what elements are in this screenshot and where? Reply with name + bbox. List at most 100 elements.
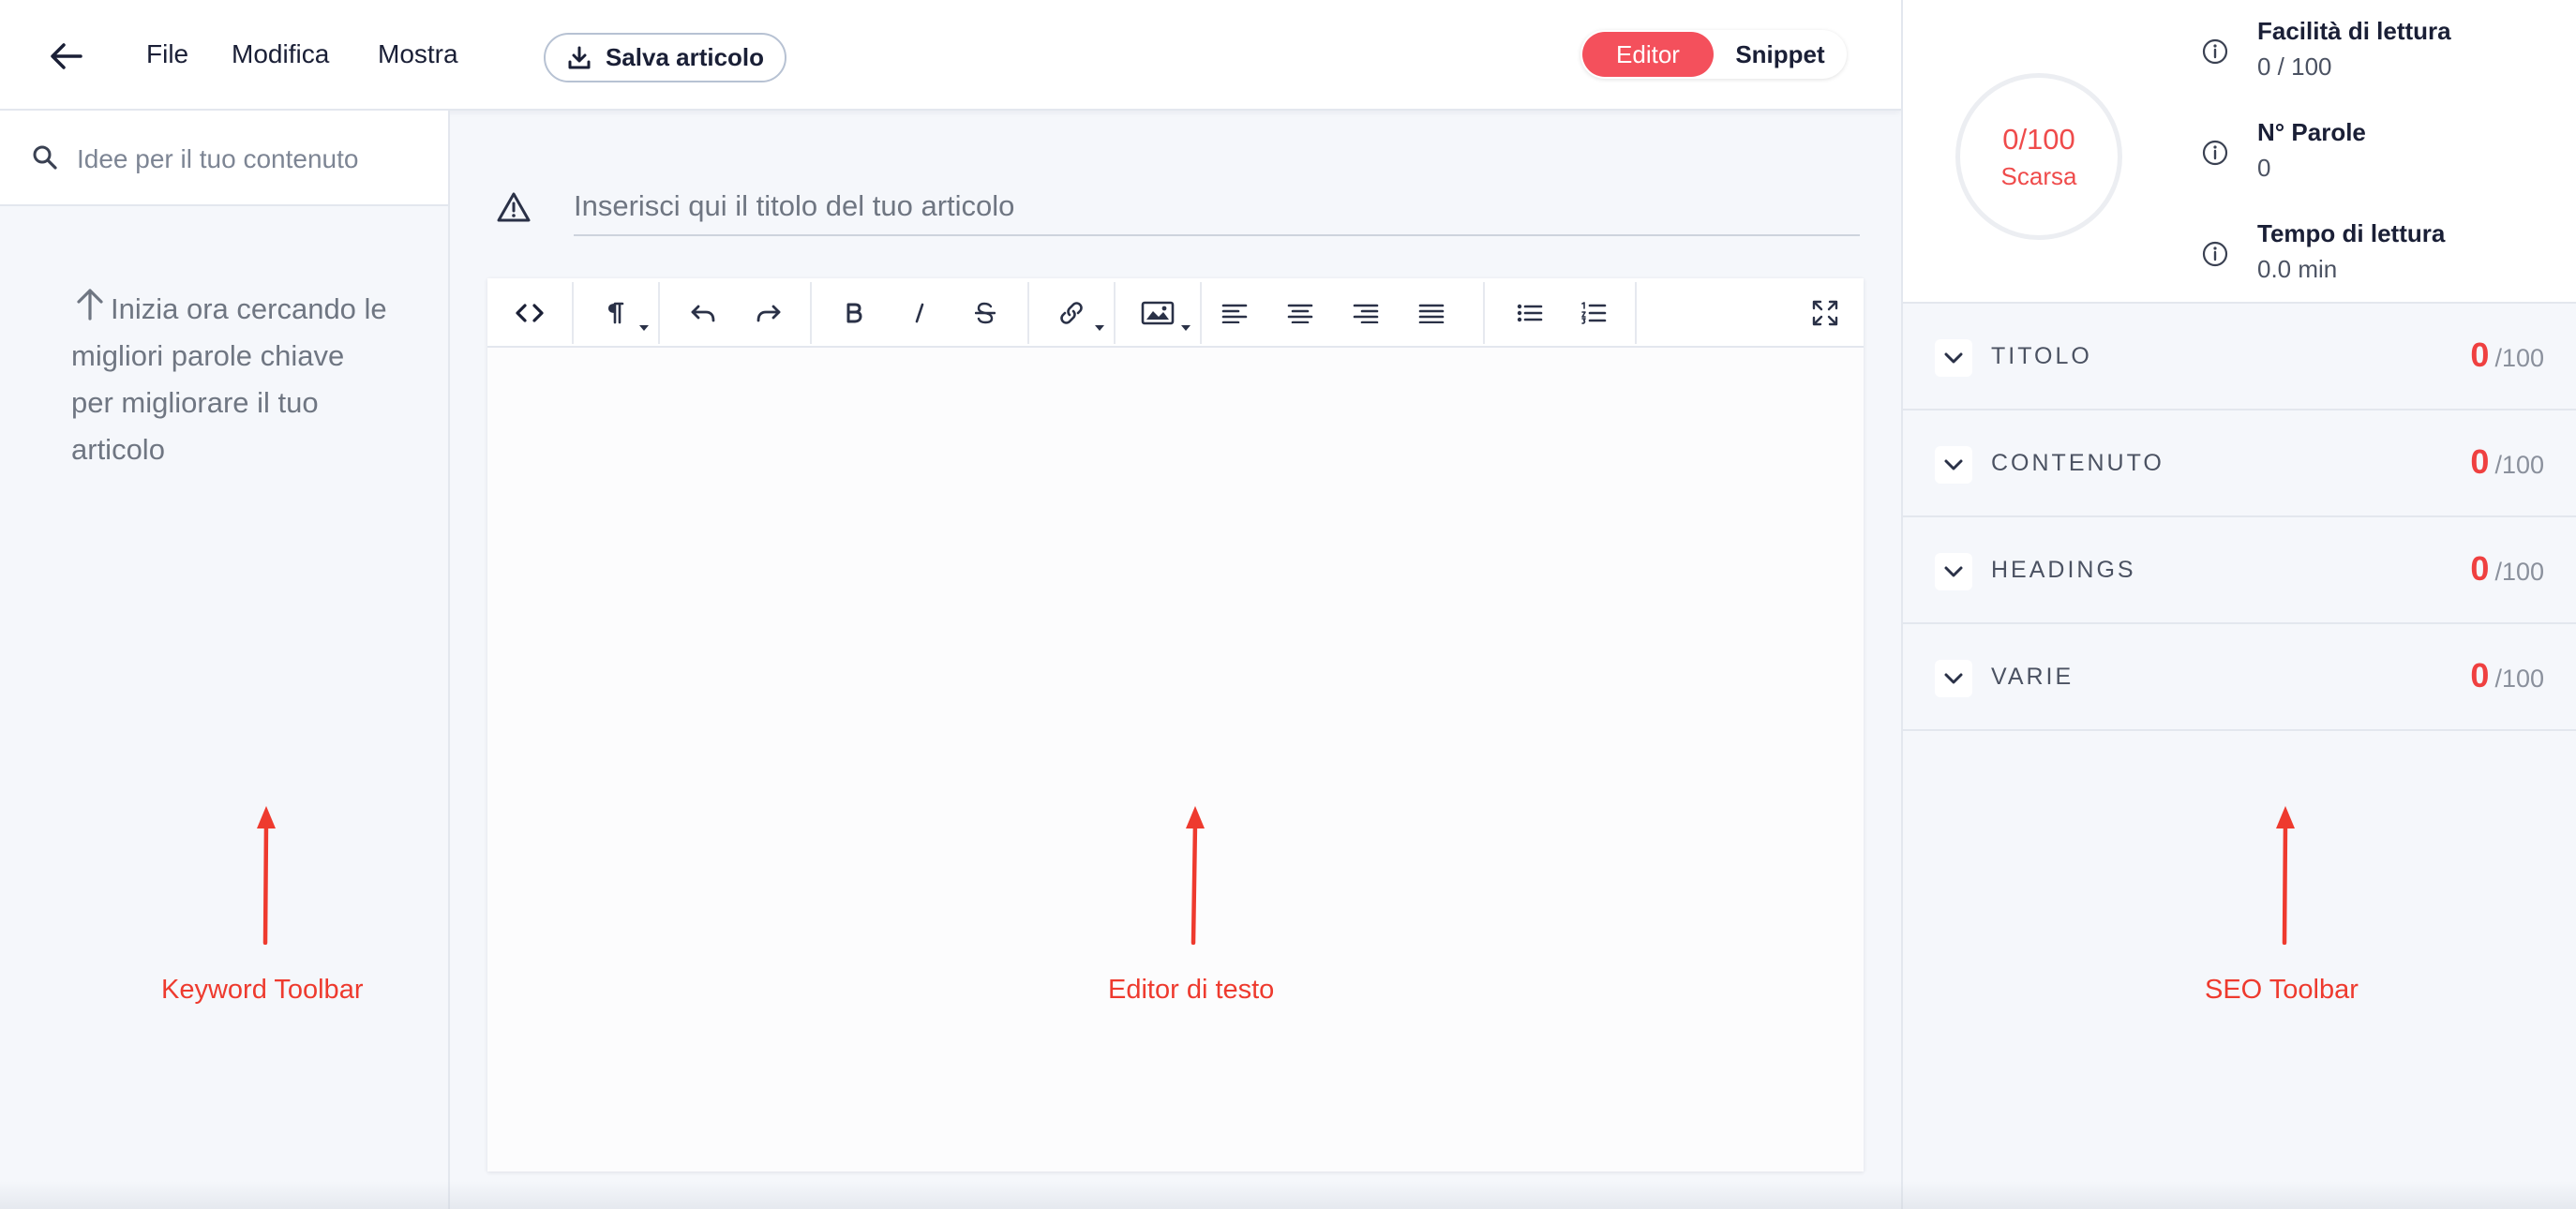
menu-modifica[interactable]: Modifica [232,39,329,69]
save-article-button[interactable]: Salva articolo [544,33,786,82]
annotation-arrow-up-icon [1186,806,1205,945]
seo-summary: 0/100 Scarsa Facilità di lettura 0 / 100… [1903,0,2576,304]
dropdown-caret-icon [1181,325,1191,331]
metric-word-count: N° Parole 0 [2201,118,2557,193]
seo-section-label: TITOLO [1991,343,2092,369]
annotation-arrow-up-icon [257,806,276,945]
seo-section-score: 0 /100 [2470,336,2544,375]
seo-panel: 0/100 Scarsa Facilità di lettura 0 / 100… [1901,0,2576,1209]
annotation-seo-toolbar: SEO Toolbar [2205,975,2359,1005]
text-editor [487,278,1864,1172]
code-view-icon [516,304,544,322]
seo-score-circle: 0/100 Scarsa [1955,73,2122,240]
undo-icon [691,305,715,322]
numbered-list-button[interactable] [1556,278,1631,348]
align-right-icon [1353,304,1379,323]
info-icon[interactable] [2201,139,2229,167]
keyword-search-bar [0,111,448,206]
download-icon [568,46,591,68]
search-icon [33,145,57,170]
seo-section-label: VARIE [1991,664,2074,690]
strikethrough-icon [975,302,996,324]
dropdown-caret-icon [1095,325,1104,331]
metric-value: 0.0 min [2257,255,2338,283]
bullet-list-icon [1517,304,1543,322]
align-justify-button[interactable] [1399,278,1464,348]
redo-button[interactable] [726,278,812,348]
arrow-left-icon [51,43,82,69]
metric-title: N° Parole [2257,118,2366,146]
metric-value: 0 [2257,154,2271,182]
toggle-snippet-button[interactable]: Snippet [1717,32,1843,77]
annotation-keyword-toolbar: Keyword Toolbar [161,975,364,1005]
seo-section-varie[interactable]: VARIE 0 /100 [1903,624,2576,731]
strikethrough-button[interactable] [943,278,1027,348]
keyword-search-input[interactable] [77,139,433,180]
metric-readability: Facilità di lettura 0 / 100 [2201,17,2557,92]
align-left-icon [1221,304,1248,323]
chevron-down-icon [1935,446,1972,484]
save-article-label: Salva articolo [605,43,765,71]
editor-content-area[interactable] [487,348,1864,1172]
seo-score-value: 0/100 [2002,122,2075,156]
redo-icon [756,305,781,322]
insert-image-button[interactable] [1116,278,1200,348]
menu-file[interactable]: File [146,39,188,69]
metric-value: 0 / 100 [2257,52,2332,81]
article-title-input[interactable] [574,178,1860,236]
seo-section-score-value: 0 [2470,656,2490,694]
seo-score-label: Scarsa [2000,161,2077,190]
keyword-panel: Inizia ora cercando le migliori parole c… [0,111,450,1209]
keyword-hint-text: Inizia ora cercando le migliori parole c… [71,292,387,466]
paragraph-format-button[interactable] [574,278,658,348]
align-right-button[interactable] [1333,278,1399,348]
seo-section-score-max: /100 [2494,558,2544,586]
annotation-text-editor: Editor di testo [1108,975,1275,1005]
annotation-arrow-up-icon [2276,806,2295,945]
dropdown-caret-icon [639,325,649,331]
metric-title: Facilità di lettura [2257,17,2451,45]
metric-title: Tempo di lettura [2257,219,2446,247]
italic-icon [915,303,924,323]
insert-link-button[interactable] [1029,278,1114,348]
code-view-button[interactable] [487,278,572,348]
align-justify-icon [1418,304,1445,323]
seo-section-score: 0 /100 [2470,442,2544,482]
align-center-button[interactable] [1267,278,1333,348]
menu-mostra[interactable]: Mostra [378,39,458,69]
fullscreen-button[interactable] [1787,278,1864,348]
numbered-list-icon [1581,302,1607,324]
seo-section-headings[interactable]: HEADINGS 0 /100 [1903,517,2576,624]
bold-icon [846,303,862,323]
top-bar: File Modifica Mostra Salva articolo Edit… [0,0,1901,111]
seo-section-score-max: /100 [2494,344,2544,372]
seo-section-score-value: 0 [2470,549,2490,588]
seo-section-score: 0 /100 [2470,656,2544,695]
back-button[interactable] [41,34,90,79]
seo-section-score-max: /100 [2494,451,2544,479]
link-icon [1060,302,1083,324]
seo-section-titolo[interactable]: TITOLO 0 /100 [1903,304,2576,410]
chevron-down-icon [1935,660,1972,697]
chevron-down-icon [1935,339,1972,377]
seo-section-label: HEADINGS [1991,557,2136,583]
info-icon[interactable] [2201,240,2229,268]
metric-reading-time: Tempo di lettura 0.0 min [2201,219,2557,294]
seo-section-score: 0 /100 [2470,549,2544,589]
seo-section-score-value: 0 [2470,442,2490,481]
seo-section-label: CONTENUTO [1991,450,2164,476]
seo-section-score-value: 0 [2470,336,2490,374]
view-toggle: Editor Snippet [1580,30,1847,79]
seo-section-score-max: /100 [2494,664,2544,693]
editor-toolbar [487,278,1864,348]
paragraph-icon [608,302,624,324]
align-left-button[interactable] [1202,278,1267,348]
info-icon[interactable] [2201,37,2229,66]
seo-section-contenuto[interactable]: CONTENUTO 0 /100 [1903,410,2576,517]
image-icon [1141,301,1175,325]
fullscreen-icon [1812,300,1838,326]
align-center-icon [1287,304,1313,323]
chevron-down-icon [1935,553,1972,590]
arrow-up-icon [77,289,103,321]
toggle-editor-button[interactable]: Editor [1582,32,1714,77]
